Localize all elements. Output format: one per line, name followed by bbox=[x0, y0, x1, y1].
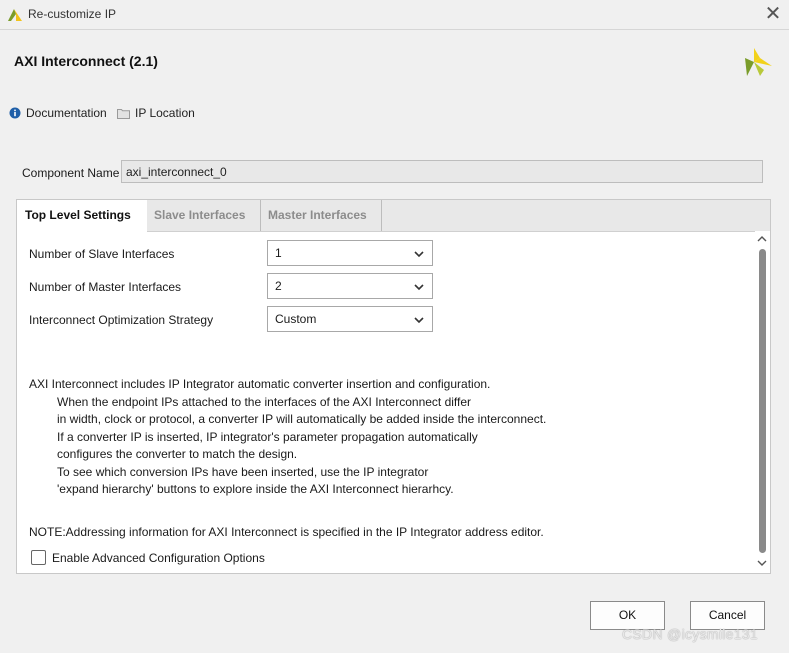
scrollbar-thumb[interactable] bbox=[759, 249, 766, 553]
ip-location-label: IP Location bbox=[135, 106, 195, 120]
folder-icon bbox=[117, 108, 130, 119]
chevron-down-icon bbox=[414, 251, 424, 258]
master-interfaces-value: 2 bbox=[275, 279, 282, 293]
slave-interfaces-select[interactable]: 1 bbox=[267, 240, 433, 266]
chevron-down-icon bbox=[414, 284, 424, 291]
watermark-text: CSDN @icysmile131 bbox=[622, 626, 759, 642]
info-line: configures the converter to match the de… bbox=[57, 447, 298, 461]
chevron-down-icon bbox=[414, 317, 424, 324]
tab-master-interfaces[interactable]: Master Interfaces bbox=[260, 200, 382, 231]
converter-info-text: AXI Interconnect includes IP Integrator … bbox=[29, 376, 546, 499]
component-name-input[interactable] bbox=[121, 160, 763, 183]
optimization-strategy-value: Custom bbox=[275, 312, 317, 326]
ip-title: AXI Interconnect (2.1) bbox=[14, 53, 158, 69]
chevron-up-icon[interactable] bbox=[756, 233, 768, 245]
slave-interfaces-label: Number of Slave Interfaces bbox=[29, 247, 175, 261]
close-icon[interactable]: ✕ bbox=[761, 2, 785, 26]
slave-interfaces-value: 1 bbox=[275, 246, 282, 260]
component-name-label: Component Name bbox=[22, 166, 120, 180]
info-line: When the endpoint IPs attached to the in… bbox=[57, 394, 472, 409]
window-titlebar: Re-customize IP ✕ bbox=[0, 0, 789, 30]
vivado-logo-icon bbox=[8, 9, 22, 21]
settings-tabpanel: Top Level Settings Slave Interfaces Mast… bbox=[16, 199, 771, 574]
tab-strip: Top Level Settings Slave Interfaces Mast… bbox=[17, 200, 770, 232]
optimization-strategy-select[interactable]: Custom bbox=[267, 306, 433, 332]
advanced-options-label: Enable Advanced Configuration Options bbox=[52, 550, 265, 565]
dialog-header: AXI Interconnect (2.1) bbox=[0, 30, 789, 90]
xilinx-logo-icon bbox=[745, 48, 772, 76]
info-intro: AXI Interconnect includes IP Integrator … bbox=[29, 377, 491, 391]
vertical-scrollbar[interactable] bbox=[755, 231, 770, 573]
advanced-options-checkbox[interactable]: Enable Advanced Configuration Options bbox=[31, 550, 265, 565]
tab-slave-interfaces[interactable]: Slave Interfaces bbox=[146, 200, 261, 231]
documentation-label: Documentation bbox=[26, 106, 107, 120]
documentation-link[interactable]: Documentation bbox=[9, 104, 107, 122]
info-icon bbox=[9, 107, 21, 119]
ip-location-link[interactable]: IP Location bbox=[117, 104, 195, 122]
tab-top-level-settings[interactable]: Top Level Settings bbox=[17, 200, 147, 232]
master-interfaces-label: Number of Master Interfaces bbox=[29, 280, 182, 294]
window-title: Re-customize IP bbox=[28, 7, 117, 21]
info-line: If a converter IP is inserted, IP integr… bbox=[57, 429, 478, 444]
chevron-down-icon[interactable] bbox=[756, 557, 768, 569]
info-line: in width, clock or protocol, a converter… bbox=[57, 412, 547, 426]
optimization-strategy-label: Interconnect Optimization Strategy bbox=[29, 313, 214, 327]
info-line: 'expand hierarchy' buttons to explore in… bbox=[57, 482, 454, 496]
info-line: To see which conversion IPs have been in… bbox=[57, 464, 429, 479]
addressing-note: NOTE:Addressing information for AXI Inte… bbox=[29, 525, 544, 539]
checkbox-box[interactable] bbox=[31, 550, 46, 565]
master-interfaces-select[interactable]: 2 bbox=[267, 273, 433, 299]
